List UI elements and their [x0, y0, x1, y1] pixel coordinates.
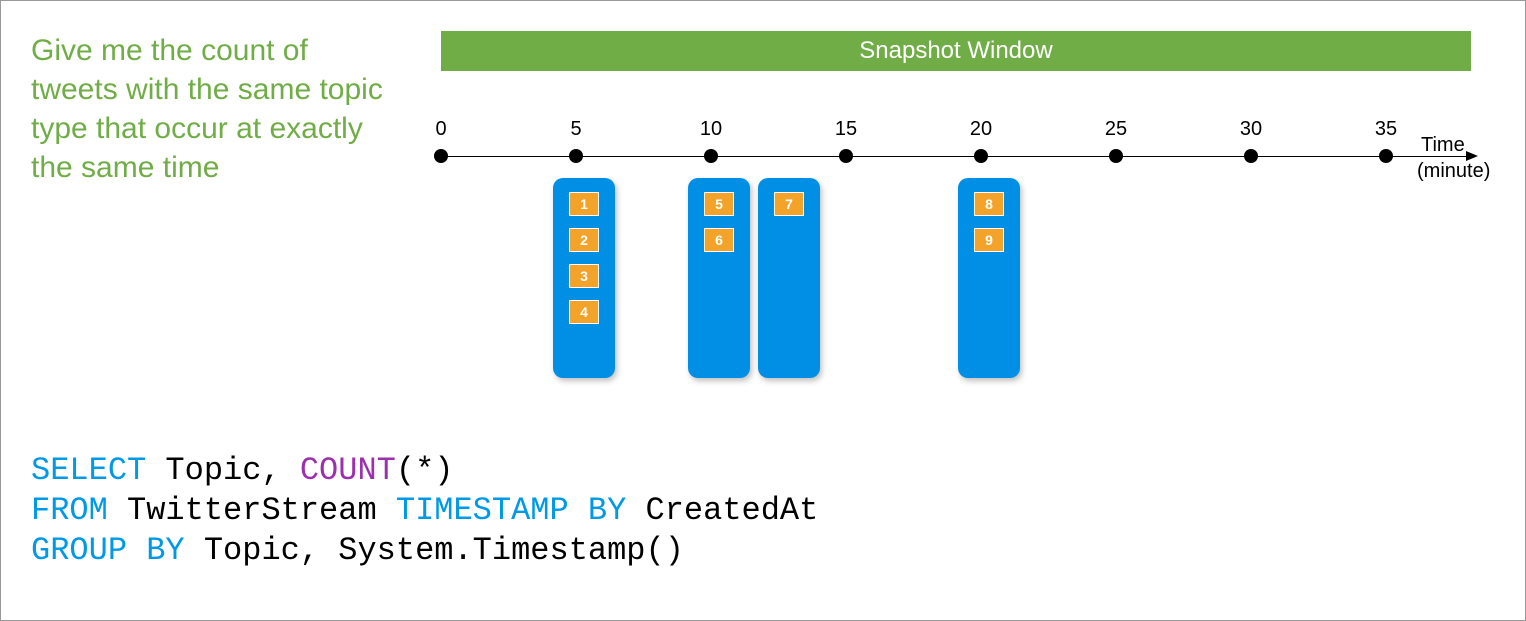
fn-count: COUNT	[300, 452, 396, 489]
event-box: 8	[974, 192, 1004, 216]
window-box: 5 6	[688, 178, 750, 378]
tick-label-20: 20	[970, 118, 992, 141]
col-topic: Topic,	[165, 452, 280, 489]
tick-label-35: 35	[1375, 118, 1397, 141]
col-created: CreatedAt	[646, 492, 819, 529]
axis-title: Time	[1421, 134, 1465, 157]
event-box: 6	[704, 228, 734, 252]
tick-15	[839, 149, 853, 163]
count-args: (*)	[396, 452, 454, 489]
timeline: 0 5 10 15 20 25 30 35 Time (minute) 1 2 …	[441, 116, 1501, 386]
tick-20	[974, 149, 988, 163]
event-box: 2	[569, 228, 599, 252]
sql-line-2: FROM TwitterStream TIMESTAMP BY CreatedA…	[31, 491, 818, 531]
window-box: 1 2 3 4	[553, 178, 615, 378]
window-box: 7	[758, 178, 820, 378]
tick-label-5: 5	[570, 118, 581, 141]
sql-query: SELECT Topic, COUNT(*) FROM TwitterStrea…	[31, 451, 818, 571]
kw-from: FROM	[31, 492, 108, 529]
event-box: 5	[704, 192, 734, 216]
event-box: 7	[774, 192, 804, 216]
tick-label-15: 15	[835, 118, 857, 141]
kw-select: SELECT	[31, 452, 146, 489]
event-box: 1	[569, 192, 599, 216]
tick-0	[434, 149, 448, 163]
tick-label-0: 0	[435, 118, 446, 141]
event-box: 3	[569, 264, 599, 288]
axis-line	[441, 156, 1471, 157]
group-cols: Topic, System.Timestamp()	[204, 532, 684, 569]
tick-label-10: 10	[700, 118, 722, 141]
tick-25	[1109, 149, 1123, 163]
tbl-stream: TwitterStream	[127, 492, 377, 529]
snapshot-window-bar: Snapshot Window	[441, 31, 1471, 71]
kw-timestamp-by: TIMESTAMP BY	[396, 492, 626, 529]
sql-line-1: SELECT Topic, COUNT(*)	[31, 451, 818, 491]
sql-line-3: GROUP BY Topic, System.Timestamp()	[31, 531, 818, 571]
axis-unit: (minute)	[1417, 160, 1490, 183]
tick-10	[704, 149, 718, 163]
event-box: 4	[569, 300, 599, 324]
tick-5	[569, 149, 583, 163]
kw-group-by: GROUP BY	[31, 532, 185, 569]
window-box: 8 9	[958, 178, 1020, 378]
event-box: 9	[974, 228, 1004, 252]
tick-label-25: 25	[1105, 118, 1127, 141]
tick-label-30: 30	[1240, 118, 1262, 141]
tick-30	[1244, 149, 1258, 163]
description-text: Give me the count of tweets with the sam…	[31, 31, 401, 187]
tick-35	[1379, 149, 1393, 163]
